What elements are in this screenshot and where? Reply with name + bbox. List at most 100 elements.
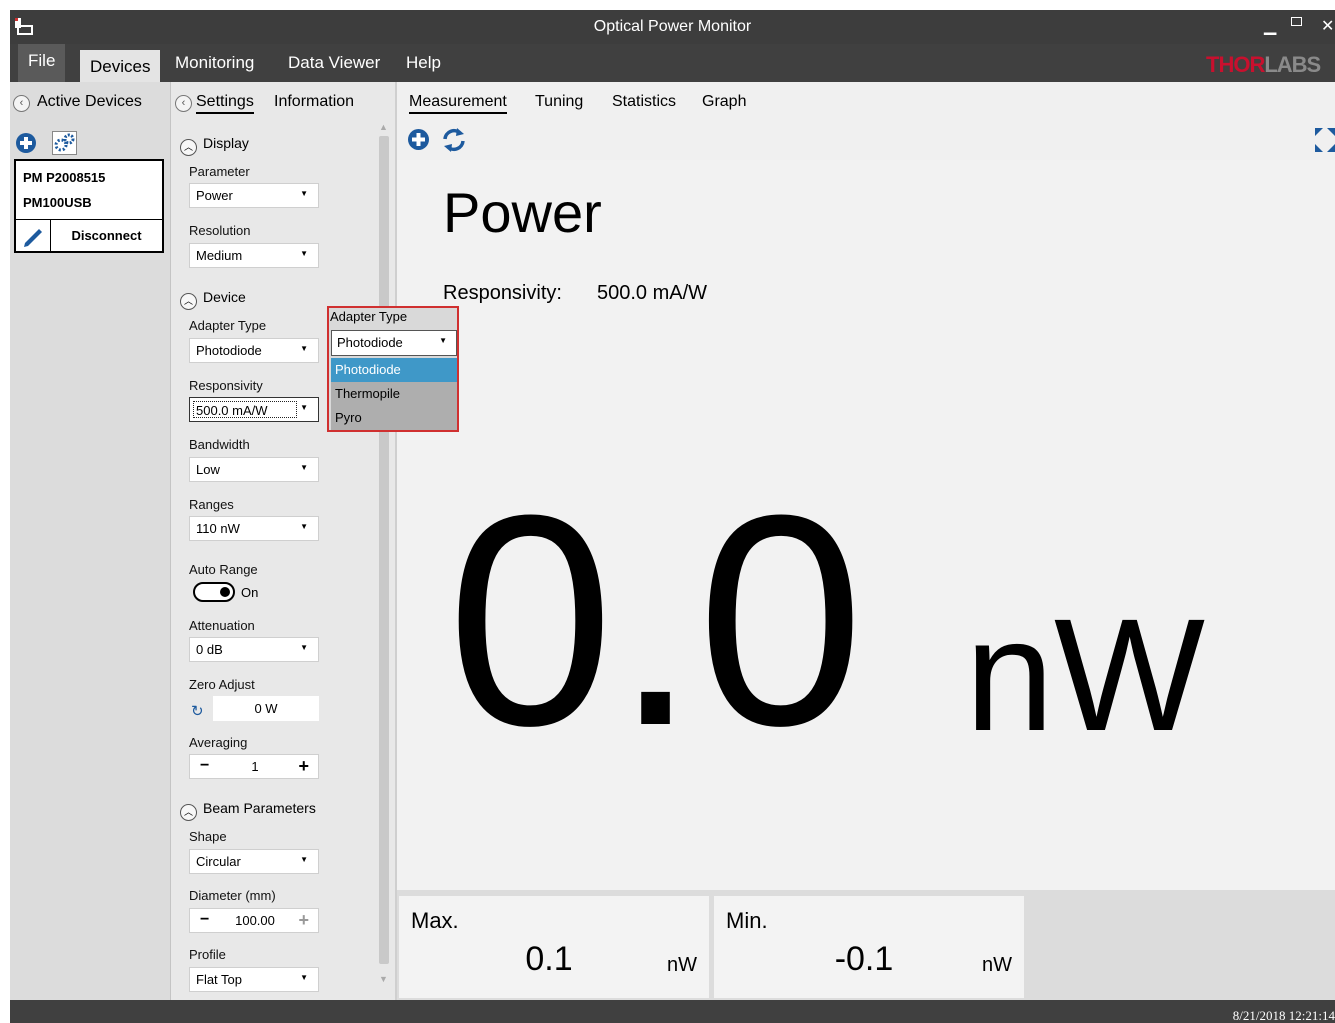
attenuation-dropdown[interactable]: 0 dB ▼	[189, 637, 319, 662]
ranges-value: 110 nW	[196, 521, 240, 536]
adapter-type-popup: Adapter Type Photodiode ▼ Photodiode The…	[327, 306, 459, 432]
stats-strip: Max. 0.1 nW Min. -0.1 nW	[397, 890, 1335, 1000]
close-icon[interactable]: ✕	[1321, 16, 1334, 36]
menu-help[interactable]: Help	[396, 44, 451, 82]
scroll-down-icon[interactable]: ▼	[379, 974, 388, 984]
responsivity-label: Responsivity	[189, 378, 263, 393]
resolution-value: Medium	[196, 248, 243, 263]
maximize-icon[interactable]	[1291, 17, 1302, 26]
resolution-dropdown[interactable]: Medium ▼	[189, 243, 319, 268]
active-devices-panel: ‹ Active Devices PM P2008515 PM100USB Di…	[10, 82, 171, 1000]
refresh-icon[interactable]	[441, 127, 467, 153]
option-thermopile[interactable]: Thermopile	[331, 382, 457, 406]
adapter-type-dropdown[interactable]: Photodiode ▼	[189, 338, 319, 363]
min-unit: nW	[982, 954, 1012, 976]
bandwidth-dropdown[interactable]: Low ▼	[189, 457, 319, 482]
refresh-zero-icon[interactable]: ↻	[191, 702, 204, 720]
min-card: Min. -0.1 nW	[714, 896, 1024, 998]
menu-monitoring[interactable]: Monitoring	[165, 44, 264, 82]
chevron-down-icon: ▼	[300, 973, 308, 982]
device-model: PM100USB	[23, 195, 92, 210]
menu-file[interactable]: File	[18, 44, 66, 82]
collapse-settings-icon[interactable]: ‹	[175, 95, 192, 112]
increment-button[interactable]: +	[298, 910, 309, 931]
collapse-section-icon: ︿	[180, 139, 197, 156]
menu-data-viewer[interactable]: Data Viewer	[278, 44, 390, 82]
tab-information[interactable]: Information	[274, 93, 354, 111]
scroll-thumb[interactable]	[379, 136, 389, 964]
section-display[interactable]: ︿ Display	[180, 135, 249, 156]
ranges-label: Ranges	[189, 497, 234, 512]
option-photodiode[interactable]: Photodiode	[331, 358, 457, 382]
parameter-label: Parameter	[189, 164, 250, 179]
brand-logo: THORLABS	[1206, 52, 1321, 78]
menu-bar: File Devices Monitoring Data Viewer Help…	[10, 44, 1335, 82]
settings-scrollbar[interactable]: ▲ ▼	[377, 122, 391, 988]
window-title: Optical Power Monitor	[593, 18, 752, 35]
shape-dropdown[interactable]: Circular ▼	[189, 849, 319, 874]
tab-statistics[interactable]: Statistics	[612, 93, 676, 111]
adapter-type-label: Adapter Type	[189, 318, 267, 333]
section-device-label: Device	[203, 289, 246, 305]
auto-range-toggle[interactable]	[193, 582, 235, 602]
edit-pencil-icon[interactable]	[22, 224, 46, 248]
minimize-icon[interactable]: ▁	[1264, 16, 1276, 36]
tab-settings[interactable]: Settings	[196, 93, 254, 114]
chevron-down-icon: ▼	[300, 522, 308, 531]
adapter-type-value: Photodiode	[196, 343, 262, 358]
power-unit: nW	[965, 585, 1205, 764]
parameter-dropdown[interactable]: Power ▼	[189, 183, 319, 208]
shape-value: Circular	[196, 854, 241, 869]
collapse-left-icon[interactable]: ‹	[13, 95, 30, 112]
ranges-dropdown[interactable]: 110 nW ▼	[189, 516, 319, 541]
increment-button[interactable]: +	[298, 756, 309, 777]
chevron-down-icon: ▼	[300, 463, 308, 472]
zero-adjust-label: Zero Adjust	[189, 677, 255, 692]
section-device[interactable]: ︿ Device	[180, 289, 246, 310]
fullscreen-icon[interactable]	[1315, 128, 1335, 152]
section-display-label: Display	[203, 135, 249, 151]
toggle-knob	[220, 587, 230, 597]
responsivity-input[interactable]: 500.0 mA/W	[193, 401, 297, 418]
menu-devices[interactable]: Devices	[80, 50, 161, 82]
tab-active-devices[interactable]: Active Devices	[37, 93, 142, 111]
auto-range-state: On	[241, 585, 259, 600]
scroll-up-icon[interactable]: ▲	[379, 122, 388, 132]
section-beam-parameters[interactable]: ︿ Beam Parameters	[180, 800, 316, 821]
max-card: Max. 0.1 nW	[399, 896, 709, 998]
chevron-down-icon: ▼	[300, 403, 308, 412]
tab-measurement[interactable]: Measurement	[409, 93, 507, 114]
main-tabs: Measurement Tuning Statistics Graph	[397, 82, 1335, 122]
logo-suffix: LABS	[1264, 52, 1321, 77]
disconnect-button[interactable]: Disconnect	[51, 220, 162, 251]
min-value: -0.1	[834, 940, 894, 978]
collapse-section-icon: ︿	[180, 804, 197, 821]
popup-adapter-dropdown[interactable]: Photodiode ▼	[331, 330, 457, 356]
chevron-down-icon: ▼	[300, 344, 308, 353]
zero-adjust-value: 0 W	[213, 696, 319, 721]
chevron-down-icon: ▼	[300, 855, 308, 864]
option-pyro[interactable]: Pyro	[331, 406, 457, 430]
chevron-down-icon: ▼	[300, 249, 308, 258]
tab-tuning[interactable]: Tuning	[535, 93, 583, 111]
device-card[interactable]: PM P2008515 PM100USB Disconnect	[14, 159, 164, 253]
section-beam-label: Beam Parameters	[203, 800, 316, 816]
max-label: Max.	[411, 908, 459, 933]
settings-panel: ‹ Settings Information ︿ Display Paramete…	[171, 82, 397, 1000]
diameter-stepper[interactable]: −100.00 +	[189, 908, 319, 933]
add-measurement-icon[interactable]	[407, 128, 430, 151]
tab-graph[interactable]: Graph	[702, 93, 746, 111]
device-settings-icon[interactable]	[52, 131, 77, 155]
logo-prefix: THOR	[1206, 52, 1265, 77]
averaging-stepper[interactable]: −1 +	[189, 754, 319, 779]
add-device-icon[interactable]	[15, 132, 37, 154]
min-label: Min.	[726, 908, 768, 933]
resolution-label: Resolution	[189, 223, 251, 238]
popup-label: Adapter Type	[330, 309, 408, 324]
profile-dropdown[interactable]: Flat Top ▼	[189, 967, 319, 992]
responsivity-combobox[interactable]: 500.0 mA/W ▼	[189, 397, 319, 422]
power-reading: 0.0	[447, 452, 865, 788]
chevron-down-icon: ▼	[439, 336, 447, 345]
parameter-title: Power	[443, 181, 602, 244]
profile-value: Flat Top	[196, 972, 243, 987]
